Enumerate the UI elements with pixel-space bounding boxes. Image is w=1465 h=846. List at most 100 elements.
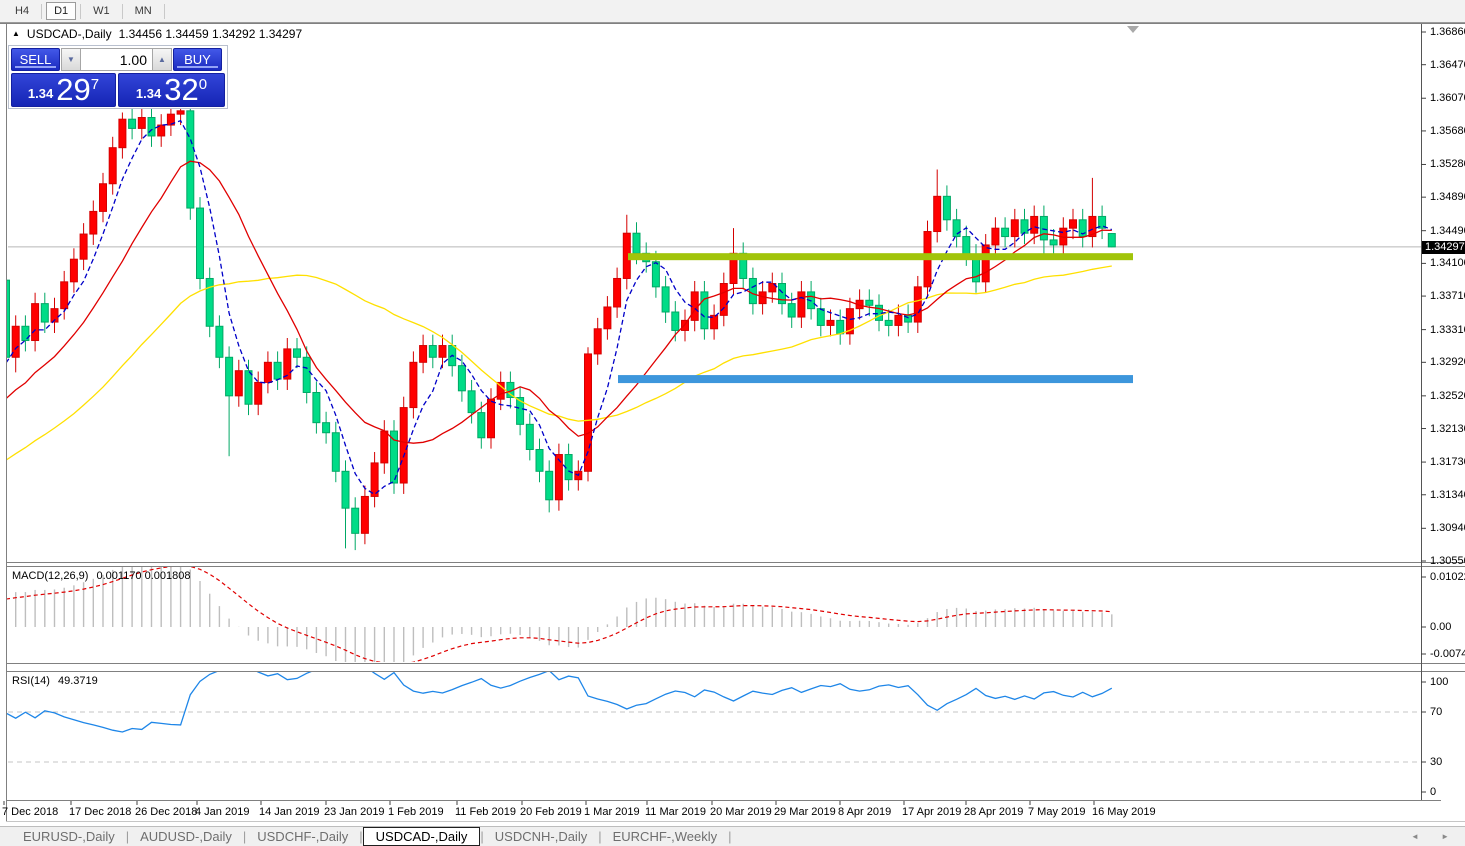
candle-bearish [323, 412, 330, 444]
price-axis-label: 1.34100 [1430, 257, 1465, 269]
candle-body [235, 371, 242, 396]
price-axis-label: 1.30940 [1430, 522, 1465, 534]
price-axis-label: 1.36470 [1430, 59, 1465, 71]
candle-body [1108, 234, 1115, 247]
candle-body [100, 184, 107, 212]
date-axis-label: 11 Mar 2019 [645, 806, 706, 818]
rsi-current-value: 49.3719 [58, 675, 98, 687]
price-axis-label: 1.33310 [1430, 324, 1465, 336]
candle-bearish [546, 460, 553, 512]
collapse-icon[interactable]: ▲ [12, 29, 20, 38]
buy-price-pip: 0 [199, 76, 207, 93]
candle-body [371, 463, 378, 497]
candle-bearish [226, 346, 233, 456]
candle-body [749, 278, 756, 303]
candle-body [32, 304, 39, 341]
tab-separator: | [728, 829, 731, 844]
candle-bearish [1079, 209, 1086, 248]
candle-body [119, 119, 126, 148]
candle-body [429, 346, 436, 358]
tab-scroll-arrows-icon[interactable]: ◄ ► [1411, 832, 1459, 841]
candle-body [294, 349, 301, 357]
candle-bullish [604, 296, 611, 340]
candle-bullish [614, 268, 621, 318]
candle-bearish [332, 422, 339, 482]
chart-shift-marker-icon[interactable] [1127, 26, 1139, 33]
candle-body [604, 307, 611, 329]
candle-bullish [410, 351, 417, 418]
candle-body [992, 228, 999, 245]
candle-body [1050, 240, 1057, 245]
price-axis-label: 1.32920 [1430, 356, 1465, 368]
candle-bearish [817, 298, 824, 337]
one-click-trade-panel: SELL ▼ 1.00 ▲ BUY 1.34 29 7 1.34 [8, 45, 228, 109]
sell-price-big: 29 [56, 76, 90, 104]
candle-bullish [264, 351, 271, 393]
volume-up-icon: ▲ [158, 55, 166, 64]
tab-audusd[interactable]: AUDUSD-,Daily [129, 829, 243, 844]
volume-increase-button[interactable]: ▲ [152, 48, 172, 71]
candle-body [885, 320, 892, 325]
candle-body [614, 278, 621, 307]
sell-button-underline [15, 66, 55, 68]
candle-body [1040, 216, 1047, 239]
candle-body [701, 292, 708, 329]
sell-button[interactable]: SELL [11, 48, 60, 71]
chart-canvas[interactable] [0, 0, 1465, 846]
candle-body [177, 111, 184, 114]
candle-bullish [846, 298, 853, 345]
price-axis-label: 1.34490 [1430, 225, 1465, 237]
candle-body [953, 220, 960, 237]
candle-body [594, 329, 601, 354]
tab-eurusd[interactable]: EURUSD-,Daily [12, 829, 126, 844]
buy-price-box[interactable]: 1.34 32 0 [118, 73, 225, 107]
candle-bullish [1070, 209, 1077, 239]
candle-body [827, 320, 834, 325]
buy-price-base: 1.34 [136, 86, 161, 101]
tab-usdchf[interactable]: USDCHF-,Daily [246, 829, 359, 844]
sell-button-label: SELL [20, 52, 52, 67]
candle-bearish [953, 209, 960, 248]
date-axis-label: 1 Feb 2019 [388, 806, 444, 818]
application-window: H4D1W1MN ▲ USDCAD-,Daily 1.34456 1.34459… [0, 0, 1465, 846]
candle-bearish [352, 497, 359, 550]
candle-bearish [22, 315, 29, 351]
candle-bullish [80, 223, 87, 270]
rsi-axis-label: 0 [1430, 786, 1436, 798]
candle-body [866, 300, 873, 305]
buy-button[interactable]: BUY [173, 48, 222, 71]
sell-price-pip: 7 [91, 76, 99, 93]
candle-body [1021, 220, 1028, 233]
candle-body [313, 392, 320, 422]
candle-body [255, 382, 262, 404]
candle-body [1070, 220, 1077, 228]
candle-body [109, 148, 116, 184]
tab-usdcnh[interactable]: USDCNH-,Daily [484, 829, 598, 844]
axis-ticks-layer [4, 32, 1426, 805]
candle-body [80, 234, 87, 259]
sell-price-box[interactable]: 1.34 29 7 [11, 73, 116, 107]
candle-bearish [662, 276, 669, 323]
candle-bearish [701, 281, 708, 340]
macd-axis-label: 0.010229 [1430, 571, 1465, 583]
candle-bullish [730, 228, 737, 294]
resistance-zone-line [628, 253, 1133, 260]
volume-decrease-button[interactable]: ▼ [61, 48, 81, 71]
candle-body [468, 391, 475, 413]
macd-name: MACD(12,26,9) [12, 570, 88, 582]
candle-body [1002, 228, 1009, 236]
candle-bullish [711, 304, 718, 339]
tab-eurchf[interactable]: EURCHF-,Weekly [602, 829, 729, 844]
candle-body [352, 508, 359, 533]
candle-bearish [3, 269, 10, 368]
main-chart-layer [3, 100, 1422, 550]
price-axis-label: 1.33710 [1430, 290, 1465, 302]
candles-layer [3, 100, 1116, 550]
date-axis-label: 17 Apr 2019 [902, 806, 961, 818]
candle-bearish [866, 289, 873, 316]
volume-input[interactable]: 1.00 [81, 48, 152, 71]
rsi-name: RSI(14) [12, 675, 50, 687]
tab-usdcad[interactable]: USDCAD-,Daily [363, 827, 481, 846]
macd-axis-label: 0.00 [1430, 621, 1451, 633]
candle-body [1031, 216, 1038, 233]
